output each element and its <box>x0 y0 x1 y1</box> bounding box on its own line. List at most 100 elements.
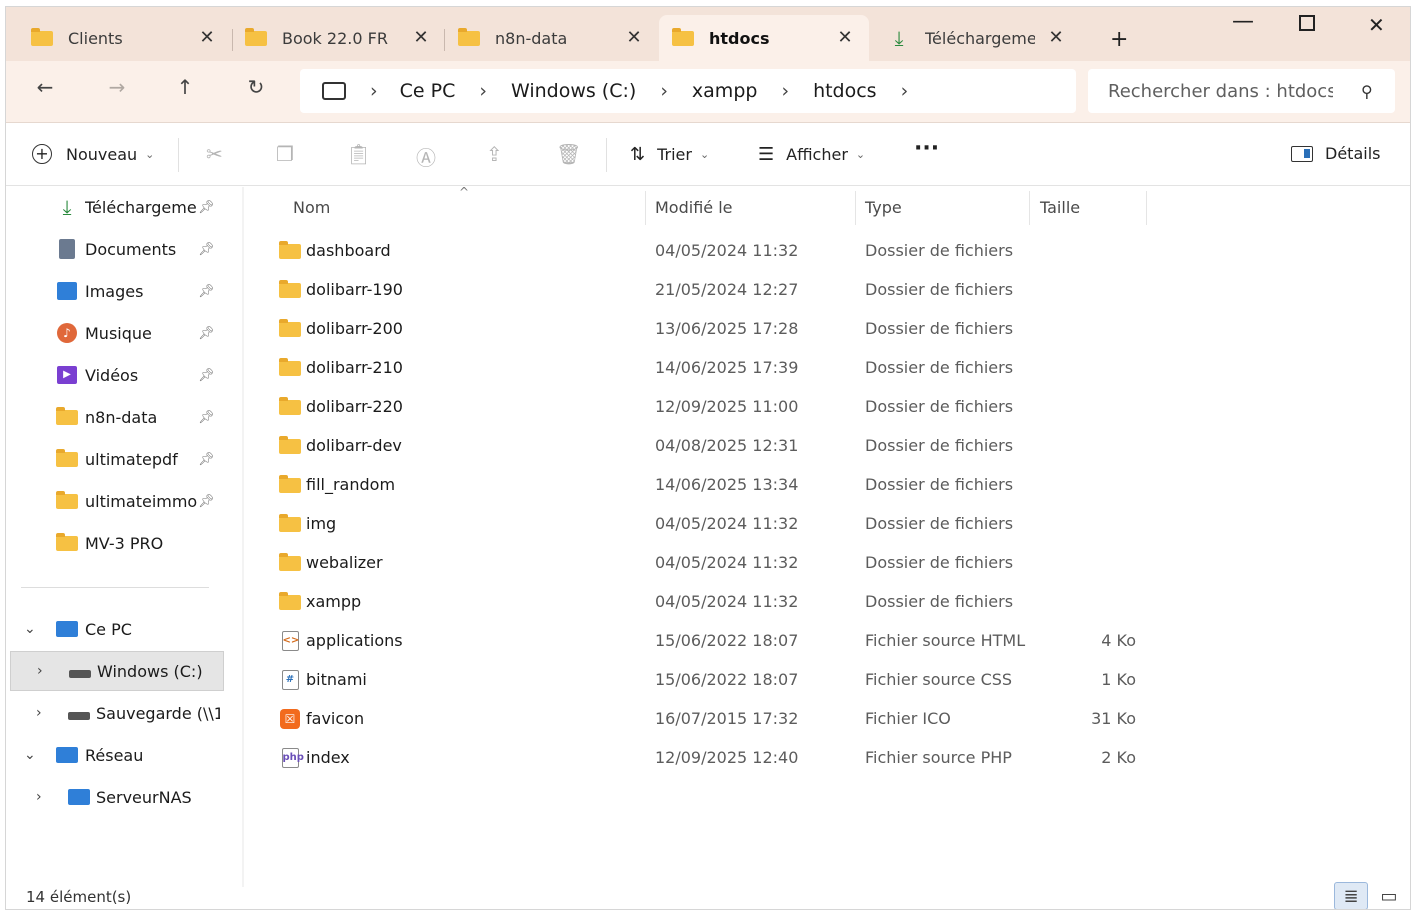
navigation-pane: ⤓ Téléchargements 📌︎ Documents 📌︎ Images… <box>6 187 242 887</box>
breadcrumb-windows-c[interactable]: Windows (C:) <box>511 80 636 102</box>
table-row[interactable]: img 04/05/2024 11:32 Dossier de fichiers <box>246 504 1246 543</box>
table-row[interactable]: php index 12/09/2025 12:40 Fichier source P… <box>246 738 1246 777</box>
sidebar-item-serveurnas[interactable]: › ServeurNAS <box>6 777 220 817</box>
new-button[interactable]: + Nouveau ⌄ <box>32 144 154 164</box>
folder-icon <box>56 490 78 511</box>
table-row[interactable]: dolibarr-220 12/09/2025 11:00 Dossier de f… <box>246 387 1246 426</box>
sidebar-item-videos[interactable]: ▶ Vidéos 📌︎ <box>6 355 220 395</box>
folder-icon <box>671 27 695 47</box>
breadcrumb-chevron-icon[interactable]: › <box>901 80 909 102</box>
address-bar[interactable]: › Ce PC › Windows (C:) › xampp › htdocs … <box>300 69 1076 113</box>
folder-icon <box>279 474 301 494</box>
file-size: 2 Ko <box>1101 748 1136 767</box>
folder-icon <box>279 357 301 377</box>
table-row[interactable]: webalizer 04/05/2024 11:32 Dossier de fich… <box>246 543 1246 582</box>
pin-icon: 📌︎ <box>198 199 215 215</box>
refresh-icon[interactable]: ↻ <box>241 75 271 99</box>
close-tab-icon[interactable]: ✕ <box>624 27 644 48</box>
paste-icon[interactable]: 📋︎ <box>346 142 371 166</box>
tab-n8n-data[interactable]: n8n-data ✕ <box>433 15 658 61</box>
file-type: Dossier de fichiers <box>865 319 1014 338</box>
table-row[interactable]: fill_random 14/06/2025 13:34 Dossier de fi… <box>246 465 1246 504</box>
table-row[interactable]: xampp 04/05/2024 11:32 Dossier de fichiers <box>246 582 1246 621</box>
column-header-modified[interactable]: Modifié le <box>655 187 733 227</box>
file-explorer-window: Clients ✕ Book 22.0 FR ✕ n8n-data ✕ htdo… <box>5 6 1411 910</box>
sidebar-item-ce-pc[interactable]: ⌄ Ce PC <box>6 609 220 649</box>
tab-clients[interactable]: Clients ✕ <box>6 15 231 61</box>
details-view-icon[interactable]: ≣ <box>1334 882 1368 909</box>
breadcrumb-htdocs[interactable]: htdocs <box>813 80 877 102</box>
share-icon[interactable]: ⇪ <box>486 142 503 166</box>
sidebar-item-music[interactable]: ♪ Musique 📌︎ <box>6 313 220 353</box>
column-header-size[interactable]: Taille <box>1040 187 1080 227</box>
table-row[interactable]: dashboard 04/05/2024 11:32 Dossier de fich… <box>246 231 1246 270</box>
file-modified: 04/08/2025 12:31 <box>655 436 799 455</box>
sidebar-item-ultimatepdf[interactable]: ultimatepdf 📌︎ <box>6 439 220 479</box>
table-row[interactable]: dolibarr-200 13/06/2025 17:28 Dossier de f… <box>246 309 1246 348</box>
sidebar-item-documents[interactable]: Documents 📌︎ <box>6 229 220 269</box>
close-tab-icon[interactable]: ✕ <box>1046 27 1066 48</box>
large-icons-view-icon[interactable]: ▭ <box>1372 882 1406 909</box>
file-type: Dossier de fichiers <box>865 592 1014 611</box>
sidebar-item-windows-c[interactable]: › Windows (C:) <box>10 651 224 691</box>
close-window-icon[interactable]: ✕ <box>1368 13 1385 37</box>
sidebar-item-n8n-data[interactable]: n8n-data 📌︎ <box>6 397 220 437</box>
delete-icon[interactable]: 🗑︎ <box>556 142 581 166</box>
sidebar-item-ultimateimmo[interactable]: ultimateimmo 📌︎ <box>6 481 220 521</box>
chevron-right-icon[interactable]: › <box>37 663 43 679</box>
file-modified: 14/06/2025 13:34 <box>655 475 799 494</box>
folder-icon <box>279 435 301 455</box>
pin-icon: 📌︎ <box>198 493 215 509</box>
new-tab-icon[interactable]: + <box>1110 27 1128 52</box>
sidebar-item-network[interactable]: ⌄ Réseau <box>6 735 220 775</box>
tab-htdocs[interactable]: htdocs ✕ <box>659 15 869 61</box>
sort-button[interactable]: ⇅ Trier ⌄ <box>630 144 709 165</box>
minimize-icon[interactable]: — <box>1232 9 1254 34</box>
rename-icon[interactable]: Ⓐ <box>416 142 436 171</box>
chevron-right-icon[interactable]: › <box>36 789 42 805</box>
table-row[interactable]: # bitnami 15/06/2022 18:07 Fichier source C… <box>246 660 1246 699</box>
table-row[interactable]: ☒ favicon 16/07/2015 17:32 Fichier ICO 31 Ko <box>246 699 1246 738</box>
sidebar-item-downloads[interactable]: ⤓ Téléchargements 📌︎ <box>6 187 220 227</box>
view-button[interactable]: ☰ Afficher ⌄ <box>758 144 865 165</box>
table-row[interactable]: dolibarr-210 14/06/2025 17:39 Dossier de f… <box>246 348 1246 387</box>
forward-icon[interactable]: → <box>102 75 132 99</box>
details-pane-icon <box>1291 145 1313 162</box>
chevron-right-icon[interactable]: › <box>36 705 42 721</box>
network-drive-icon <box>68 703 90 723</box>
table-row[interactable]: dolibarr-dev 04/08/2025 12:31 Dossier de f… <box>246 426 1246 465</box>
back-icon[interactable]: ← <box>30 75 60 99</box>
drive-icon <box>69 661 91 681</box>
cut-icon[interactable]: ✂ <box>206 142 223 166</box>
tab-downloads[interactable]: ⤓ Téléchargeme ✕ <box>863 15 1078 61</box>
status-item-count: 14 élément(s) <box>26 888 132 906</box>
sort-ascending-icon: ^ <box>459 185 470 199</box>
close-tab-icon[interactable]: ✕ <box>835 27 855 48</box>
details-button[interactable]: Détails <box>1291 144 1380 163</box>
videos-icon: ▶ <box>56 365 78 385</box>
command-bar: + Nouveau ⌄ ✂ ❐ 📋︎ Ⓐ ⇪ 🗑︎ ⇅ Trier ⌄ ☰ Af… <box>6 124 1410 186</box>
close-tab-icon[interactable]: ✕ <box>197 27 217 48</box>
column-header-name[interactable]: Nom <box>293 187 330 227</box>
file-size: 31 Ko <box>1091 709 1136 728</box>
chevron-down-icon[interactable]: ⌄ <box>24 621 36 637</box>
search-input[interactable]: Rechercher dans : htdocs ⚲ <box>1088 69 1395 113</box>
chevron-down-icon[interactable]: ⌄ <box>24 747 36 763</box>
column-header-type[interactable]: Type <box>865 187 902 227</box>
breadcrumb-ce-pc[interactable]: Ce PC <box>400 80 456 102</box>
file-name: dashboard <box>306 241 391 260</box>
close-tab-icon[interactable]: ✕ <box>411 27 431 48</box>
table-row[interactable]: <> applications 15/06/2022 18:07 Fichier so… <box>246 621 1246 660</box>
tab-bar: Clients ✕ Book 22.0 FR ✕ n8n-data ✕ htdo… <box>6 7 1410 61</box>
tab-book[interactable]: Book 22.0 FR ✕ <box>220 15 445 61</box>
table-row[interactable]: dolibarr-190 21/05/2024 12:27 Dossier de f… <box>246 270 1246 309</box>
maximize-icon[interactable] <box>1299 15 1315 31</box>
breadcrumb-chevron-icon: › <box>781 80 790 102</box>
more-options-icon[interactable]: ··· <box>914 136 939 161</box>
up-icon[interactable]: ↑ <box>170 75 200 99</box>
copy-icon[interactable]: ❐ <box>276 142 294 166</box>
sidebar-item-images[interactable]: Images 📌︎ <box>6 271 220 311</box>
breadcrumb-xampp[interactable]: xampp <box>692 80 758 102</box>
sidebar-item-mv3-pro[interactable]: MV-3 PRO <box>6 523 220 563</box>
sidebar-item-sauvegarde[interactable]: › Sauvegarde (\\1 <box>6 693 220 733</box>
